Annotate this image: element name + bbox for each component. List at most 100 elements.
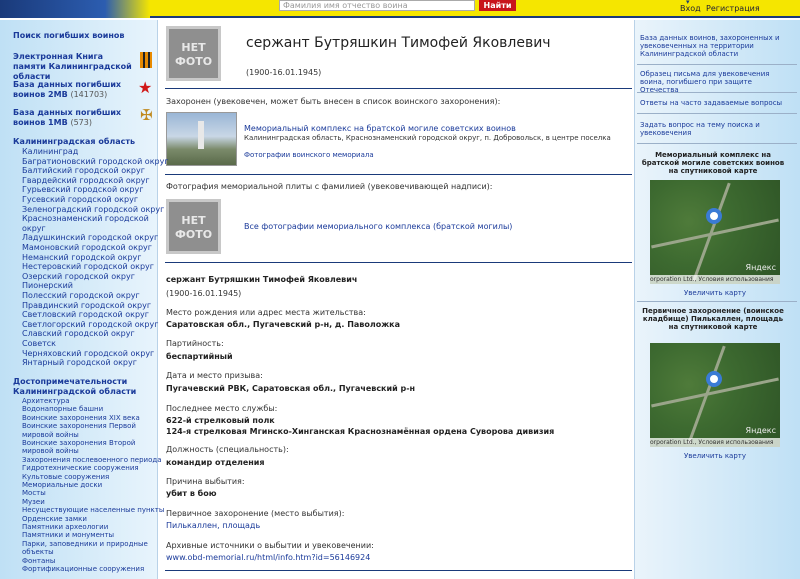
sight-item[interactable]: мировой войны	[22, 431, 79, 439]
divider	[637, 92, 797, 93]
map2-title: Первичное захоронение (воинское кладбище…	[642, 307, 784, 331]
faq-link[interactable]: Ответы на часто задаваемые вопросы	[640, 99, 786, 107]
red-star-icon: ★	[138, 78, 153, 97]
map-footer[interactable]: orporation Ltd., Условия использования	[650, 438, 780, 447]
sight-item[interactable]: объекты	[22, 548, 54, 556]
all-photos-link[interactable]: Все фотографии мемориального комплекса (…	[244, 222, 512, 232]
region-item[interactable]: Гурьевский городской округ	[22, 185, 143, 195]
region-item[interactable]: Светловский городской округ	[22, 310, 149, 320]
position-label: Должность (специальность):	[166, 445, 289, 454]
sight-item[interactable]: Воинские захоронения Второй	[22, 439, 135, 447]
sight-item[interactable]: Фонтаны	[22, 557, 55, 565]
ask-question-link[interactable]: Задать вопрос на тему поиска и увековече…	[640, 121, 786, 137]
region-item[interactable]: Светлогорский городской округ	[22, 320, 158, 330]
region-item[interactable]: Ладушкинский городской округ	[22, 233, 158, 243]
primary-burial-link[interactable]: Пилькаллен, площадь	[166, 521, 260, 531]
region-title-link[interactable]: Калининградская область	[13, 137, 135, 147]
region-item[interactable]: Гвардейский городской округ	[22, 176, 150, 186]
region-item[interactable]: Пионерский	[22, 281, 73, 291]
divider	[165, 262, 632, 263]
region-item[interactable]: Гусевский городской округ	[22, 195, 138, 205]
region-item[interactable]: Мамоновский городской округ	[22, 243, 152, 253]
sight-item[interactable]: Гидротехнические сооружения	[22, 464, 139, 472]
sight-item[interactable]: Архитектура	[22, 397, 70, 405]
top-header: Фамилия имя отчество воина Найти ▾ Вход …	[0, 0, 800, 18]
map-pin-icon	[706, 208, 722, 224]
sight-item[interactable]: Культовые сооружения	[22, 473, 109, 481]
login-link[interactable]: Вход	[680, 4, 701, 13]
plate-no-photo: НЕТ ФОТО	[166, 199, 221, 254]
db-soldiers-link[interactable]: База данных воинов, захороненных и увеко…	[640, 34, 786, 58]
memory-book-link[interactable]: Электронная Книга памяти Калининградской…	[13, 52, 138, 82]
region-item[interactable]: Нестеровский городской округ	[22, 262, 154, 272]
sight-item[interactable]: Памятники и монументы	[22, 531, 114, 539]
map-footer[interactable]: orporation Ltd., Условия использования	[650, 275, 780, 284]
region-item[interactable]: Правдинский городской округ	[22, 301, 151, 311]
plate-label: Фотография мемориальной плиты с фамилией…	[166, 182, 493, 191]
sight-item[interactable]: Музеи	[22, 498, 45, 506]
region-item[interactable]: Багратионовский городской округ	[22, 157, 169, 167]
memorial-address: Калининградская область, Краснознаменски…	[244, 134, 611, 142]
site-logo[interactable]	[0, 0, 150, 18]
sight-item[interactable]: Воинские захоронения XIX века	[22, 414, 140, 422]
sight-item[interactable]: Памятники археологии	[22, 523, 108, 531]
divider	[165, 174, 632, 175]
sight-item[interactable]: Мемориальные доски	[22, 481, 102, 489]
draft-label: Дата и место призыва:	[166, 371, 263, 380]
sight-item[interactable]: Орденские замки	[22, 515, 87, 523]
db-ww2-link[interactable]: База данных погибших воинов 2МВ (141703)	[13, 80, 135, 100]
memorial-photo[interactable]	[166, 112, 237, 166]
memorial-photos-link[interactable]: Фотографии воинского мемориала	[244, 150, 374, 160]
no-photo-placeholder: НЕТ ФОТО	[166, 26, 221, 81]
divider	[637, 64, 797, 65]
sight-item[interactable]: мировой войны	[22, 447, 79, 455]
search-soldiers-link[interactable]: Поиск погибших воинов	[13, 31, 124, 41]
sight-item[interactable]: Водонапорные башни	[22, 405, 103, 413]
region-item[interactable]: Краснознаменский городской	[22, 214, 149, 224]
sight-item[interactable]: Несуществующие населенные пункты	[22, 506, 164, 514]
region-item[interactable]: Советск	[22, 339, 56, 349]
draft-value: Пугачевский РВК, Саратовская обл., Пугач…	[166, 384, 416, 393]
map-brand: Яндекс	[745, 426, 776, 435]
region-item[interactable]: Озерский городской округ	[22, 272, 135, 282]
search-button[interactable]: Найти	[479, 0, 516, 11]
divider	[165, 88, 632, 89]
page-title: сержант Бутряшкин Тимофей Яковлевич	[246, 35, 551, 51]
position-value: командир отделения	[166, 458, 265, 467]
primary-burial-label: Первичное захоронение (место выбытия):	[166, 509, 345, 518]
region-item[interactable]: округ	[22, 224, 46, 234]
letter-sample-link[interactable]: Образец письма для увековечения воина, п…	[640, 70, 786, 94]
sights-title-link[interactable]: Достопримечательности Калининградской об…	[13, 377, 148, 397]
sight-item[interactable]: Фортификационные сооружения	[22, 565, 144, 573]
satellite-map-2[interactable]: Яндекс orporation Ltd., Условия использо…	[650, 343, 780, 447]
memorial-link[interactable]: Мемориальный комплекс на братской могиле…	[244, 124, 516, 134]
birth-label: Место рождения или адрес места жительств…	[166, 308, 366, 317]
life-dates: (1900-16.01.1945)	[246, 68, 322, 77]
ribbon-icon	[140, 52, 152, 68]
divider	[165, 570, 632, 571]
sight-item[interactable]: Захоронения послевоенного периода	[22, 456, 162, 464]
region-item[interactable]: Калининград	[22, 147, 78, 157]
region-item[interactable]: Полесский городской округ	[22, 291, 140, 301]
region-item[interactable]: Неманский городской округ	[22, 253, 142, 263]
region-item[interactable]: Славский городской округ	[22, 329, 135, 339]
satellite-map-1[interactable]: Яндекс orporation Ltd., Условия использо…	[650, 180, 780, 284]
db-ww1-link[interactable]: База данных погибших воинов 1МВ (573)	[13, 108, 135, 128]
service-division: 124-я стрелковая Мгинско-Хинганская Крас…	[166, 427, 555, 436]
region-item[interactable]: Черняховский городской округ	[22, 349, 154, 359]
region-item[interactable]: Зеленоградский городской округ	[22, 205, 164, 215]
enlarge-map-1-link[interactable]: Увеличить карту	[650, 289, 780, 297]
region-item[interactable]: Балтийский городской округ	[22, 166, 145, 176]
archive-label: Архивные источники о выбытии и увековече…	[166, 541, 374, 550]
enlarge-map-2-link[interactable]: Увеличить карту	[650, 452, 780, 460]
sight-item[interactable]: Воинские захоронения Первой	[22, 422, 136, 430]
register-link[interactable]: Регистрация	[706, 4, 760, 13]
region-item[interactable]: Янтарный городской округ	[22, 358, 137, 368]
service-regiment: 622-й стрелковый полк	[166, 416, 275, 425]
sight-item[interactable]: Парки, заповедники и природные	[22, 540, 148, 548]
sight-item[interactable]: Мосты	[22, 489, 46, 497]
birth-value: Саратовская обл., Пугачевский р-н, д. Па…	[166, 320, 401, 329]
divider	[637, 113, 797, 114]
search-input[interactable]: Фамилия имя отчество воина	[279, 0, 475, 11]
archive-link[interactable]: www.obd-memorial.ru/html/info.htm?id=561…	[166, 553, 370, 563]
